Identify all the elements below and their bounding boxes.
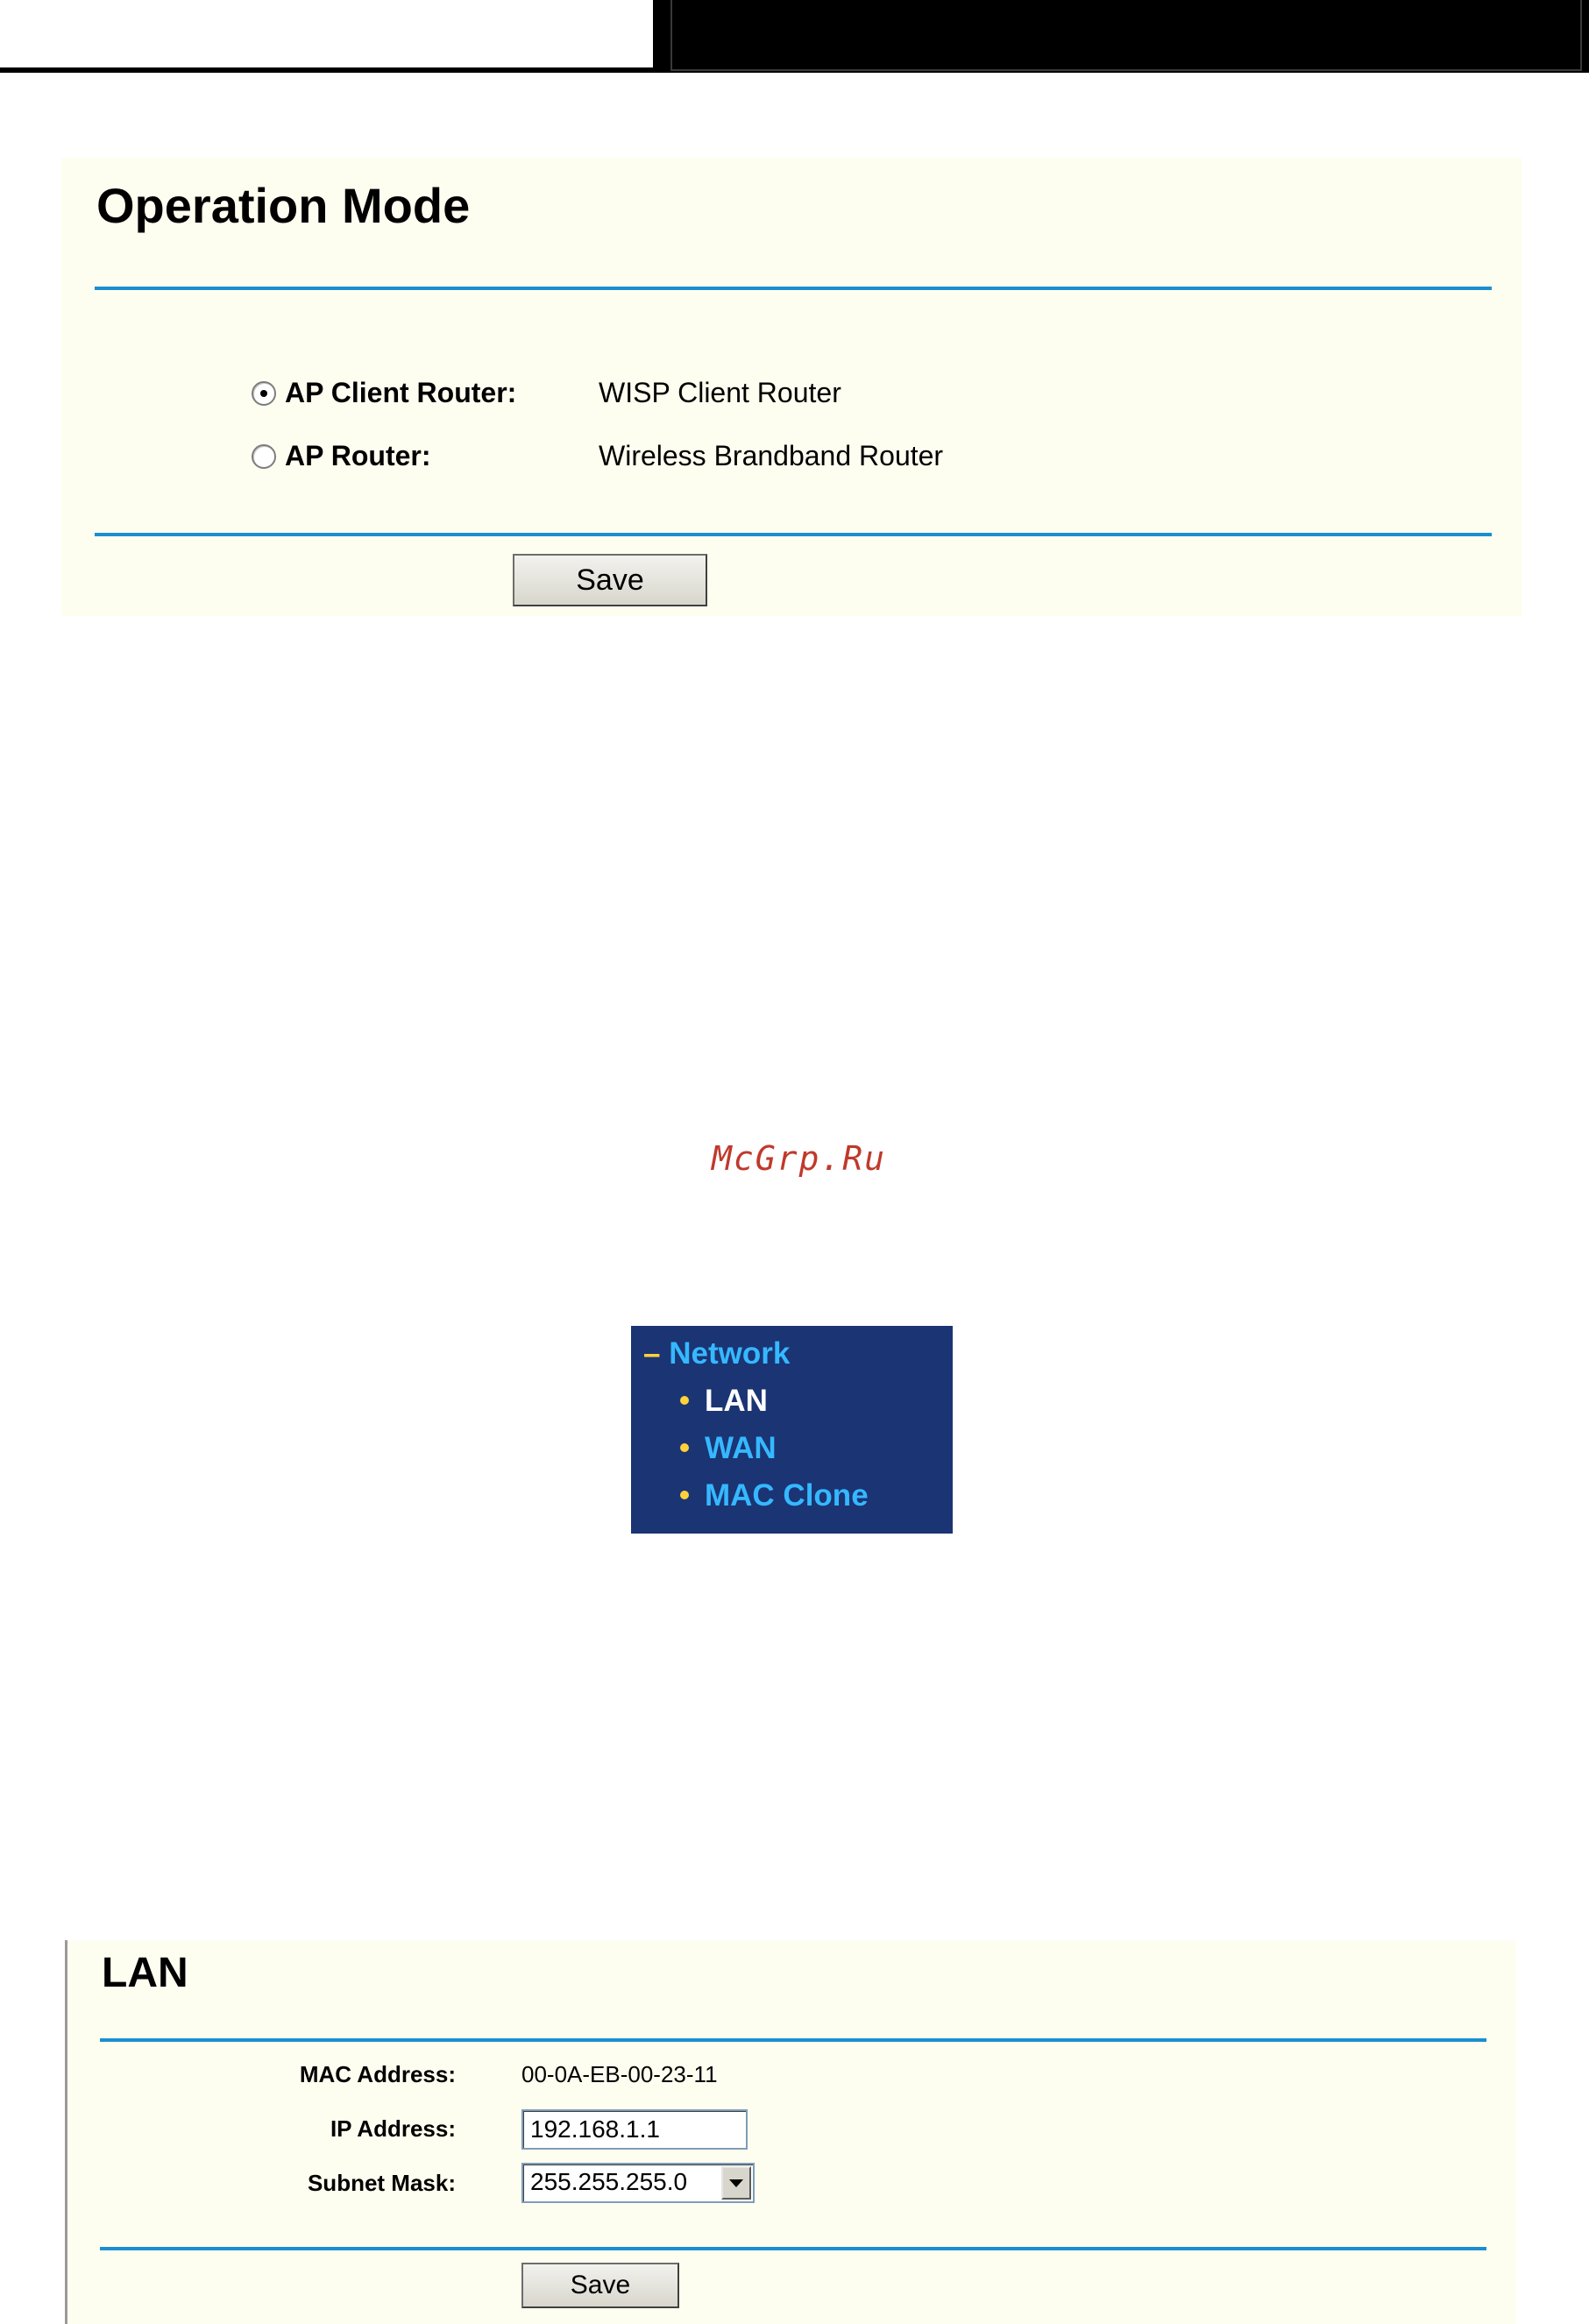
watermark: McGrp.Ru (712, 1139, 887, 1178)
menu-item-lan[interactable]: LAN (680, 1384, 768, 1419)
collapse-dash-icon: – (643, 1336, 661, 1371)
ap-client-router-description: WISP Client Router (599, 377, 841, 408)
radio-checked-icon[interactable] (252, 380, 276, 406)
header-bar (653, 0, 1589, 73)
subnet-mask-value: 255.255.255.0 (530, 2168, 688, 2195)
ip-address-input[interactable] (521, 2109, 748, 2150)
bullet-icon (680, 1442, 689, 1452)
menu-item-wan[interactable]: WAN (680, 1431, 777, 1466)
ip-address-label: IP Address: (330, 2115, 456, 2142)
lan-bottom-divider (100, 2247, 1486, 2250)
network-menu: – Network LAN WAN MAC Clone (631, 1326, 953, 1534)
ap-router-label: AP Router: (285, 440, 431, 471)
menu-item-mac-clone[interactable]: MAC Clone (680, 1478, 869, 1513)
bullet-icon (680, 1395, 689, 1405)
operation-mode-panel: Operation Mode AP Client Router: WISP Cl… (61, 158, 1522, 616)
chevron-down-icon[interactable] (721, 2166, 751, 2200)
mac-address-label: MAC Address: (299, 2061, 456, 2087)
ap-router-option[interactable]: AP Router: (252, 440, 431, 472)
bottom-divider (95, 533, 1492, 536)
ap-client-router-option[interactable]: AP Client Router: (252, 377, 516, 409)
lan-panel: LAN MAC Address: 00-0A-EB-00-23-11 IP Ad… (65, 1940, 1516, 2324)
radio-unchecked-icon[interactable] (252, 443, 276, 469)
subnet-mask-label: Subnet Mask: (307, 2170, 456, 2196)
header-rule (0, 67, 653, 73)
lan-top-divider (100, 2038, 1486, 2042)
menu-item-lan-label: LAN (705, 1384, 768, 1418)
menu-network[interactable]: – Network (643, 1336, 790, 1371)
subnet-mask-select[interactable]: 255.255.255.0 (521, 2163, 755, 2203)
save-button[interactable]: Save (513, 554, 707, 606)
ap-client-router-label: AP Client Router: (285, 377, 517, 408)
operation-mode-title: Operation Mode (96, 178, 471, 233)
menu-network-label: Network (669, 1336, 791, 1371)
bullet-icon (680, 1490, 689, 1499)
lan-save-button[interactable]: Save (521, 2263, 679, 2308)
mac-address-value: 00-0A-EB-00-23-11 (521, 2061, 718, 2087)
menu-item-wan-label: WAN (705, 1431, 777, 1465)
menu-item-mac-clone-label: MAC Clone (705, 1478, 869, 1513)
panel-edge (65, 1940, 67, 2324)
lan-title: LAN (102, 1950, 188, 1996)
top-divider (95, 287, 1492, 290)
ap-router-description: Wireless Brandband Router (599, 440, 944, 471)
